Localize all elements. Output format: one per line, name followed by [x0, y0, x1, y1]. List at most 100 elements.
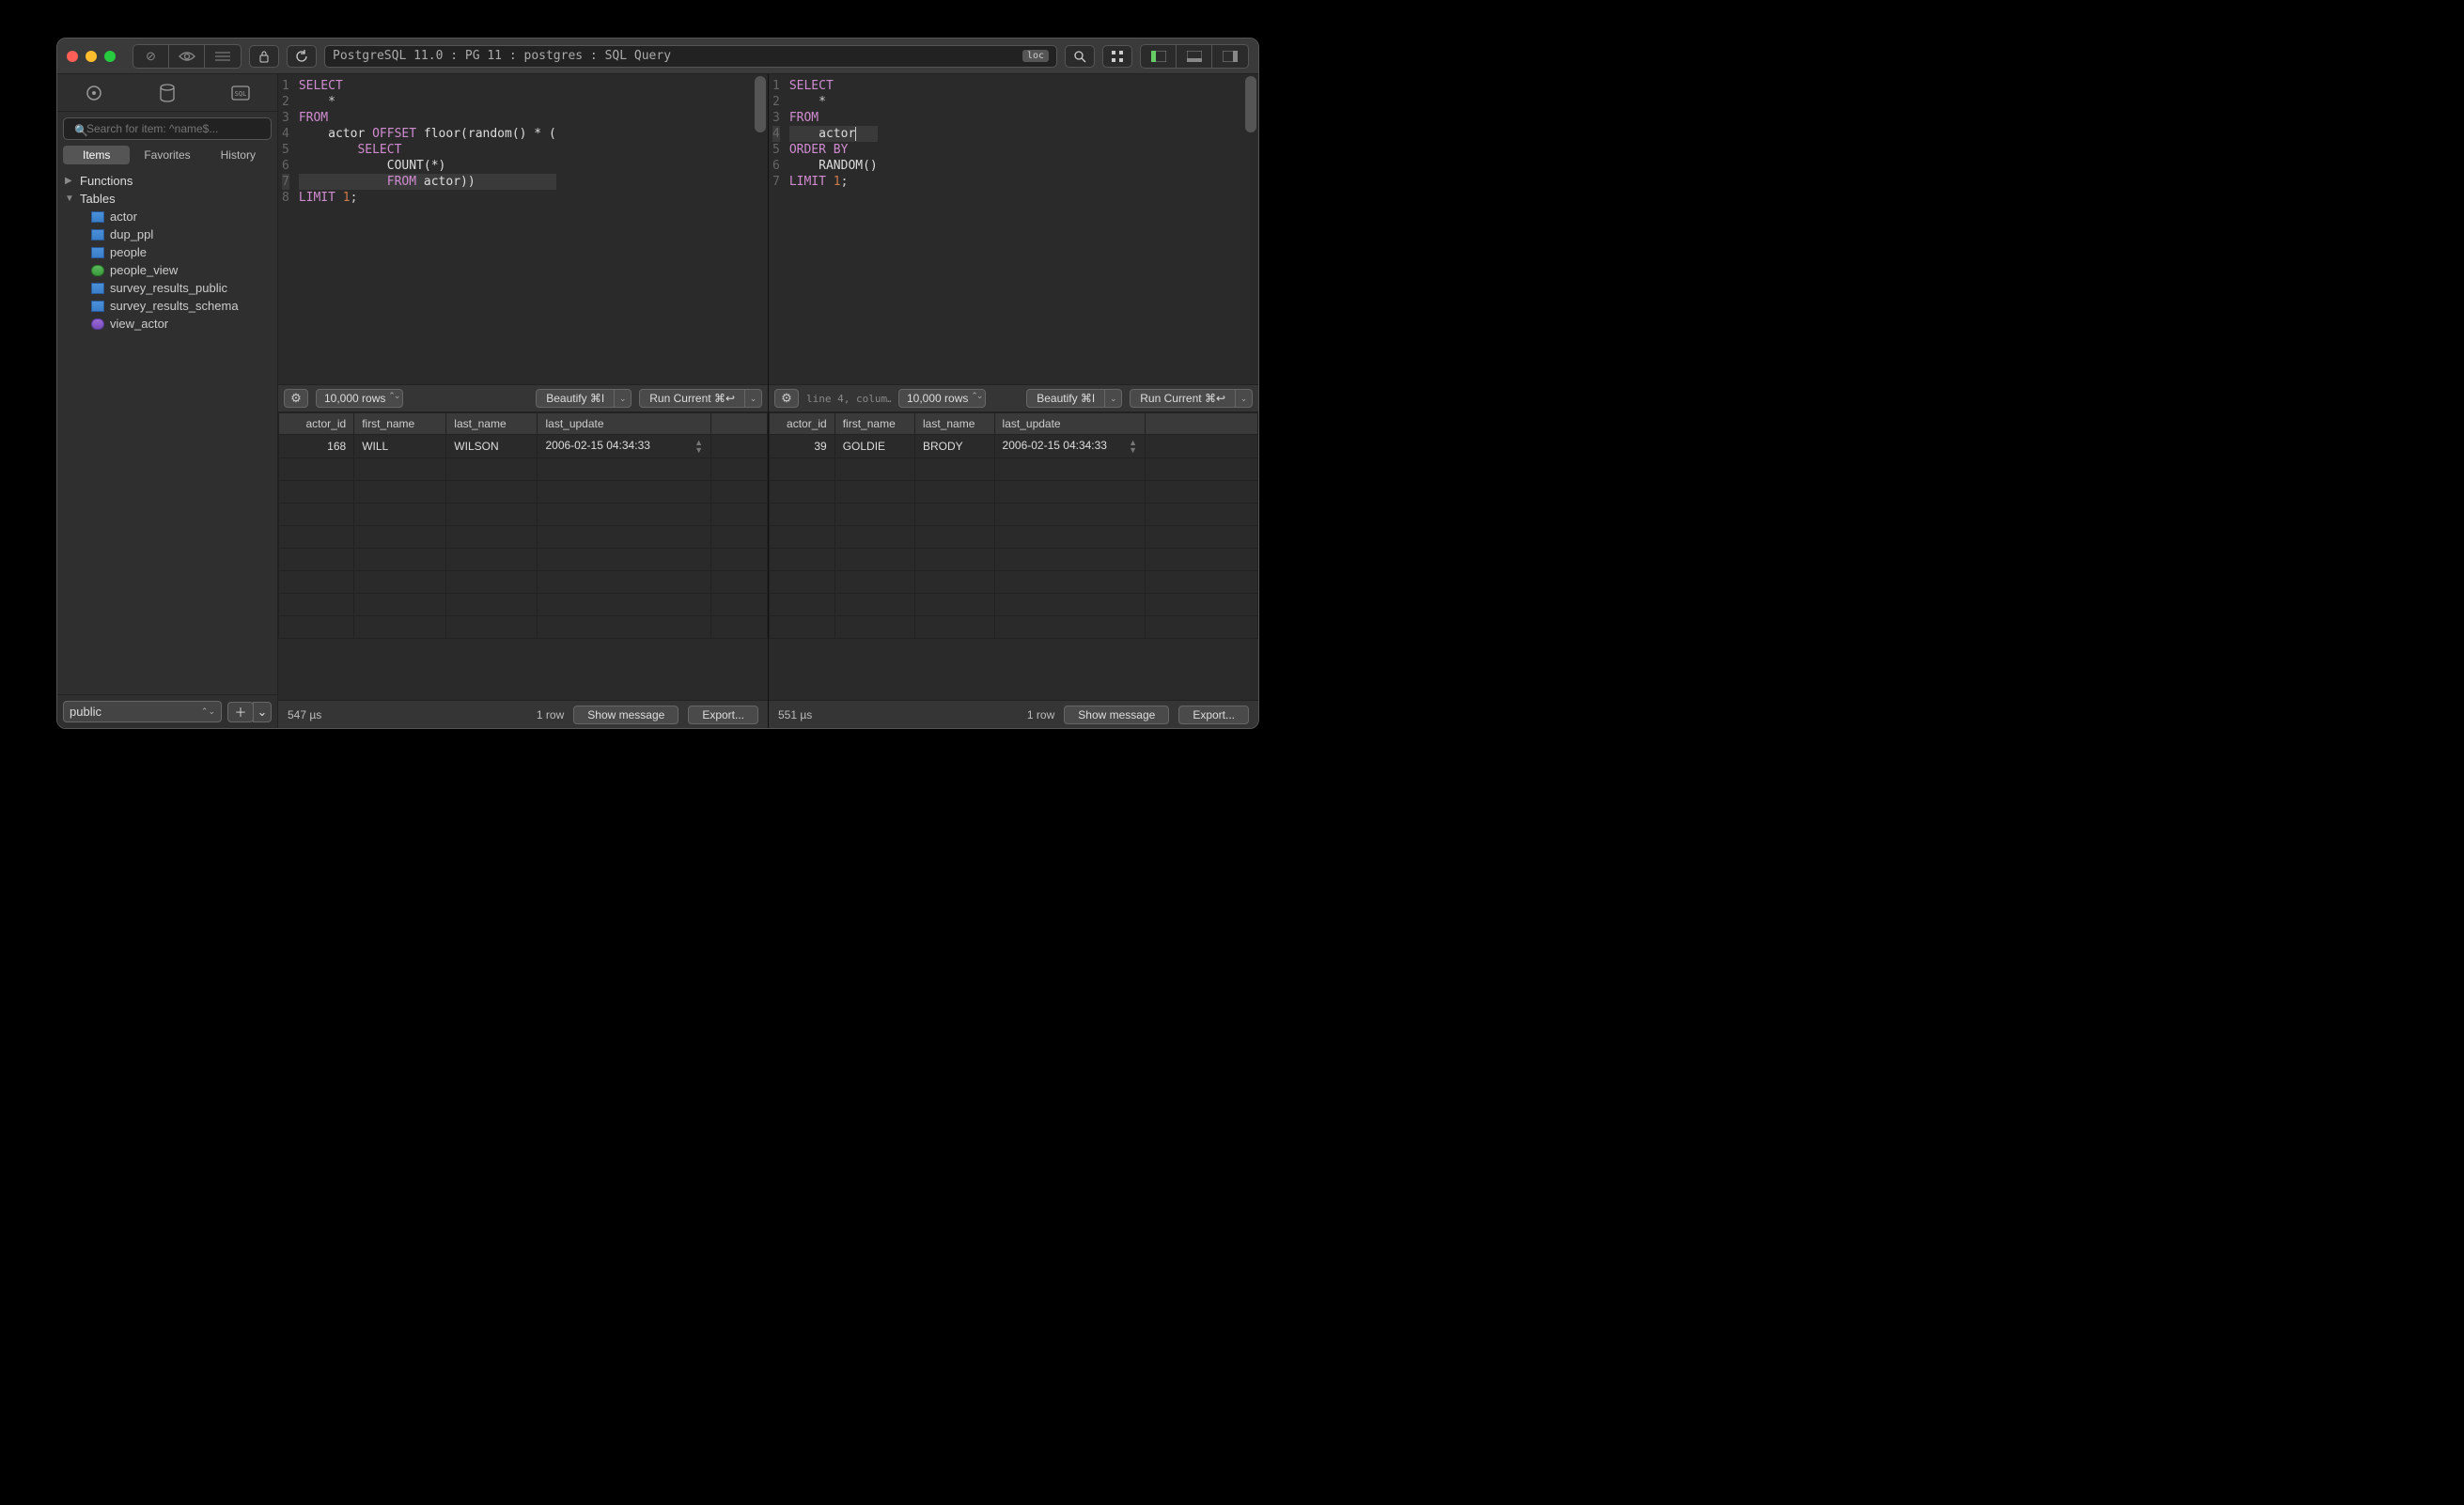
gear-icon[interactable]: ⚙	[774, 389, 799, 408]
close-window-button[interactable]	[67, 51, 78, 62]
right-pane: 1234567 SELECT * FROM actor ORDER BY RAN…	[769, 74, 1258, 728]
tab-favorites[interactable]: Favorites	[133, 146, 200, 164]
sidebar-tab-sql-icon[interactable]: SQL	[204, 74, 277, 111]
add-button[interactable]: ＋	[227, 702, 254, 722]
col-first-name[interactable]: first_name	[354, 413, 446, 435]
search-icon[interactable]	[1065, 45, 1095, 68]
chevron-updown-icon: ⌃⌄	[201, 706, 215, 717]
left-results[interactable]: actor_id first_name last_name last_updat…	[278, 412, 768, 700]
right-show-message-button[interactable]: Show message	[1064, 706, 1169, 724]
col-actor-id[interactable]: actor_id	[770, 413, 835, 435]
left-beautify-dropdown[interactable]: ⌄	[615, 389, 632, 408]
cell-actor-id: 168	[279, 435, 354, 458]
tab-items[interactable]: Items	[63, 146, 130, 164]
cell-actor-id: 39	[770, 435, 835, 458]
left-export-button[interactable]: Export...	[688, 706, 758, 724]
sidebar-table-actor[interactable]: actor	[57, 208, 277, 225]
lock-icon[interactable]	[249, 45, 279, 68]
table-icon	[91, 229, 104, 240]
right-bottombar: 551 µs 1 row Show message Export...	[769, 700, 1258, 728]
right-beautify-button[interactable]: Beautify ⌘I	[1026, 389, 1105, 408]
right-editor[interactable]: 1234567 SELECT * FROM actor ORDER BY RAN…	[769, 74, 1258, 384]
gear-icon[interactable]: ⚙	[284, 389, 308, 408]
search-input[interactable]	[63, 117, 272, 140]
layout-bottom-icon[interactable]	[1177, 45, 1212, 68]
layout-left-icon[interactable]	[1141, 45, 1177, 68]
sidebar-tree: ▶ Functions ▼ Tables actordup_pplpeoplep…	[57, 170, 277, 694]
zoom-window-button[interactable]	[104, 51, 116, 62]
left-scrollbar[interactable]	[755, 76, 766, 132]
table-label: view_actor	[110, 317, 168, 331]
svg-text:SQL: SQL	[235, 90, 247, 98]
table-row[interactable]: 168 WILL WILSON 2006-02-15 04:34:33▲▼	[279, 435, 768, 458]
left-run-button[interactable]: Run Current ⌘↩	[639, 389, 745, 408]
cancel-icon[interactable]: ⊘	[133, 45, 169, 68]
tab-history[interactable]: History	[205, 146, 272, 164]
list-icon[interactable]	[205, 45, 241, 68]
col-last-update[interactable]: last_update	[538, 413, 711, 435]
table-icon	[91, 301, 104, 312]
window-controls	[67, 51, 116, 62]
sidebar-tab-database-icon[interactable]	[131, 74, 204, 111]
col-last-update[interactable]: last_update	[994, 413, 1145, 435]
table-icon	[91, 211, 104, 223]
sidebar-table-view_actor[interactable]: view_actor	[57, 315, 277, 333]
schema-name: public	[70, 705, 101, 719]
right-toolbar: ⚙ line 4, colum… 10,000 rows Beautify ⌘I…	[769, 384, 1258, 412]
table-icon	[91, 247, 104, 258]
right-export-button[interactable]: Export...	[1178, 706, 1249, 724]
eye-icon[interactable]	[169, 45, 205, 68]
left-editor[interactable]: 12345678 SELECT * FROM actor OFFSET floo…	[278, 74, 768, 384]
schema-selector[interactable]: public ⌃⌄	[63, 701, 222, 722]
breadcrumb-path[interactable]: PostgreSQL 11.0 : PG 11 : postgres : SQL…	[324, 45, 1057, 68]
table-label: survey_results_schema	[110, 299, 239, 313]
left-show-message-button[interactable]: Show message	[573, 706, 678, 724]
left-rowcount: 1 row	[537, 708, 564, 721]
sidebar-table-survey_results_schema[interactable]: survey_results_schema	[57, 297, 277, 315]
sidebar-table-people[interactable]: people	[57, 243, 277, 261]
left-beautify-button[interactable]: Beautify ⌘I	[536, 389, 615, 408]
col-spacer	[1146, 413, 1258, 435]
tree-tables[interactable]: ▼ Tables	[57, 190, 277, 208]
right-code: SELECT * FROM actor ORDER BY RANDOM() LI…	[786, 74, 885, 384]
sidebar-footer: public ⌃⌄ ＋ ⌄	[57, 694, 277, 728]
add-dropdown[interactable]: ⌄	[253, 702, 272, 722]
sidebar-table-survey_results_public[interactable]: survey_results_public	[57, 279, 277, 297]
right-results[interactable]: actor_id first_name last_name last_updat…	[769, 412, 1258, 700]
cell-last-name: WILSON	[446, 435, 538, 458]
sidebar-filter-tabs: Items Favorites History	[57, 146, 277, 170]
table-row[interactable]: 39 GOLDIE BRODY 2006-02-15 04:34:33▲▼	[770, 435, 1258, 458]
grid-icon[interactable]	[1102, 45, 1132, 68]
left-run-dropdown[interactable]: ⌄	[745, 389, 762, 408]
minimize-window-button[interactable]	[86, 51, 97, 62]
table-label: survey_results_public	[110, 281, 227, 295]
right-scrollbar[interactable]	[1245, 76, 1256, 132]
sidebar-tab-activity-icon[interactable]	[57, 74, 131, 111]
col-actor-id[interactable]: actor_id	[279, 413, 354, 435]
tree-functions[interactable]: ▶ Functions	[57, 172, 277, 190]
left-rows-limit[interactable]: 10,000 rows	[316, 389, 403, 408]
left-pane: 12345678 SELECT * FROM actor OFFSET floo…	[278, 74, 769, 728]
right-gutter: 1234567	[769, 74, 786, 384]
refresh-icon[interactable]	[287, 45, 317, 68]
col-last-name[interactable]: last_name	[915, 413, 995, 435]
sidebar-table-people_view[interactable]: people_view	[57, 261, 277, 279]
layout-right-icon[interactable]	[1212, 45, 1248, 68]
path-text: PostgreSQL 11.0 : PG 11 : postgres : SQL…	[333, 49, 671, 63]
chevron-down-icon: ▼	[65, 194, 74, 204]
sidebar: SQL 🔍 Items Favorites History ▶ Function…	[57, 74, 278, 728]
body: SQL 🔍 Items Favorites History ▶ Function…	[57, 74, 1258, 728]
right-beautify-dropdown[interactable]: ⌄	[1105, 389, 1122, 408]
cell-last-name: BRODY	[915, 435, 995, 458]
sidebar-table-dup_ppl[interactable]: dup_ppl	[57, 225, 277, 243]
col-first-name[interactable]: first_name	[834, 413, 914, 435]
right-run-dropdown[interactable]: ⌄	[1236, 389, 1253, 408]
materialized-view-icon	[91, 318, 104, 330]
stepper-icon[interactable]: ▲▼	[1129, 439, 1137, 454]
col-last-name[interactable]: last_name	[446, 413, 538, 435]
right-rows-limit[interactable]: 10,000 rows	[898, 389, 986, 408]
search-magnify-icon: 🔍	[74, 124, 88, 137]
right-run-button[interactable]: Run Current ⌘↩	[1130, 389, 1236, 408]
left-bottombar: 547 µs 1 row Show message Export...	[278, 700, 768, 728]
stepper-icon[interactable]: ▲▼	[694, 439, 703, 454]
